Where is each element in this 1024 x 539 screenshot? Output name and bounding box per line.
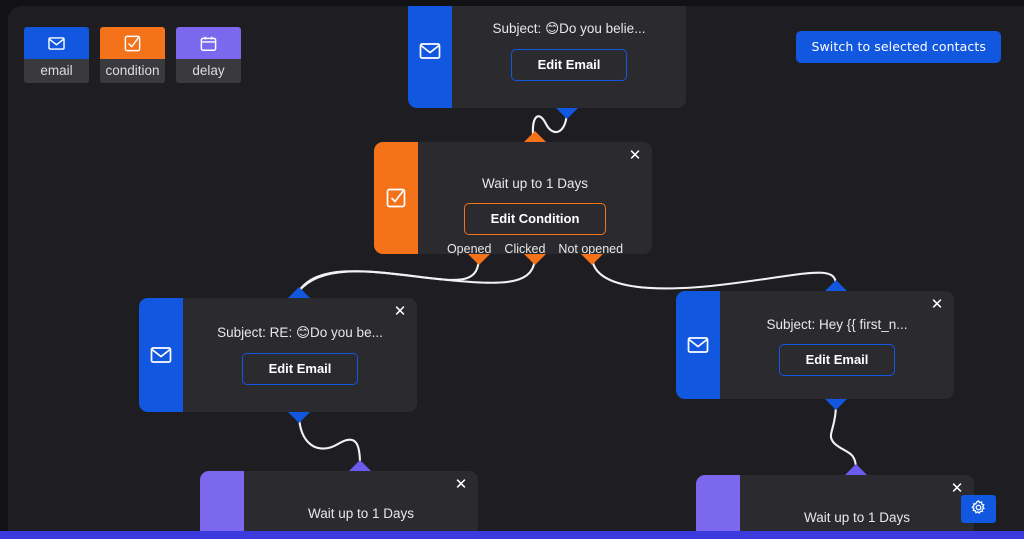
- workflow-builder-screen: email condition delay Switch to selected…: [0, 0, 1024, 539]
- palette-item-condition[interactable]: condition: [100, 27, 165, 83]
- branch-handle-clicked[interactable]: [524, 254, 546, 265]
- edit-condition-button[interactable]: Edit Condition: [463, 203, 607, 235]
- node-subject-text: Subject: RE: 😊Do you be...: [217, 325, 383, 341]
- close-icon[interactable]: ✕: [627, 148, 643, 164]
- subject-suffix: Do you belie...: [559, 21, 646, 36]
- palette-item-label: delay: [176, 59, 241, 83]
- workflow-node-delay-1[interactable]: ✕ Wait up to 1 Days Select Delay: [200, 460, 478, 533]
- palette-item-label: email: [24, 59, 89, 83]
- node-wait-text: Wait up to 1 Days: [307, 506, 415, 521]
- node-target-handle[interactable]: [845, 464, 867, 475]
- close-icon[interactable]: ✕: [392, 304, 408, 320]
- node-source-handle[interactable]: [825, 399, 847, 410]
- node-wait-text: Wait up to 1 Days: [481, 176, 589, 191]
- gear-icon: [970, 499, 987, 519]
- workflow-node-email-3[interactable]: ✕ Subject: Hey {{ first_n... Edit Email: [676, 280, 954, 410]
- close-icon[interactable]: ✕: [929, 297, 945, 313]
- node-type-icon-delay: [696, 475, 740, 533]
- switch-to-selected-contacts-button[interactable]: Switch to selected contacts: [796, 31, 1001, 63]
- close-icon[interactable]: ✕: [453, 477, 469, 493]
- workflow-node-email-2[interactable]: ✕ Subject: RE: 😊Do you be... Edit Email: [139, 287, 417, 423]
- edit-email-button[interactable]: Edit Email: [778, 344, 896, 376]
- node-subject-text: Subject: Hey {{ first_n...: [766, 317, 907, 332]
- workflow-canvas[interactable]: email condition delay Switch to selected…: [8, 6, 1024, 533]
- node-type-icon-email: [408, 6, 452, 108]
- node-content: ✕ Subject: RE: 😊Do you be... Edit Email: [183, 298, 417, 412]
- palette-item-delay[interactable]: delay: [176, 27, 241, 83]
- palette-item-email[interactable]: email: [24, 27, 89, 83]
- emoji-glyph: 😊: [295, 325, 311, 341]
- calendar-icon: [176, 27, 241, 59]
- node-type-icon-email: [139, 298, 183, 412]
- node-type-icon-email: [676, 291, 720, 399]
- settings-button[interactable]: [961, 495, 996, 523]
- node-subject-text: Subject: 😊Do you belie...: [493, 21, 646, 37]
- node-target-handle[interactable]: [349, 460, 371, 471]
- node-target-handle[interactable]: [524, 131, 546, 142]
- check-square-icon: [100, 27, 165, 59]
- viewport-bottom-accent-bar: [0, 531, 1024, 539]
- subject-suffix: Do you be...: [310, 325, 383, 340]
- envelope-icon: [24, 27, 89, 59]
- node-type-icon-condition: [374, 142, 418, 254]
- node-palette: email condition delay: [24, 27, 241, 83]
- branch-handle-not-opened[interactable]: [581, 254, 603, 265]
- node-content: ✕ Wait up to 1 Days Select Delay: [244, 471, 478, 533]
- emoji-glyph: 😊: [545, 21, 560, 37]
- node-source-handle[interactable]: [556, 108, 578, 119]
- workflow-node-condition-1[interactable]: ✕ Wait up to 1 Days Edit Condition Opene…: [374, 131, 652, 265]
- node-target-handle[interactable]: [288, 287, 310, 298]
- palette-item-label: condition: [100, 59, 165, 83]
- node-source-handle[interactable]: [288, 412, 310, 423]
- edit-email-button[interactable]: Edit Email: [241, 353, 359, 385]
- node-target-handle[interactable]: [825, 280, 847, 291]
- branch-handle-opened[interactable]: [468, 254, 490, 265]
- node-wait-text: Wait up to 1 Days: [803, 510, 911, 525]
- node-content: Subject: 😊Do you belie... Edit Email: [452, 6, 686, 108]
- subject-prefix: Subject:: [492, 21, 546, 36]
- workflow-node-email-1[interactable]: Subject: 😊Do you belie... Edit Email: [408, 6, 686, 119]
- node-content: ✕ Subject: Hey {{ first_n... Edit Email: [720, 291, 954, 399]
- subject-prefix: Subject: Hey {{ first_n...: [766, 317, 908, 332]
- node-content: ✕ Wait up to 1 Days Edit Condition Opene…: [418, 142, 652, 257]
- subject-prefix: Subject: RE:: [217, 325, 296, 340]
- workflow-node-delay-2[interactable]: ✕ Wait up to 1 Days Select Delay: [696, 464, 974, 533]
- edit-email-button[interactable]: Edit Email: [510, 49, 628, 81]
- node-type-icon-delay: [200, 471, 244, 533]
- node-content: ✕ Wait up to 1 Days Select Delay: [740, 475, 974, 533]
